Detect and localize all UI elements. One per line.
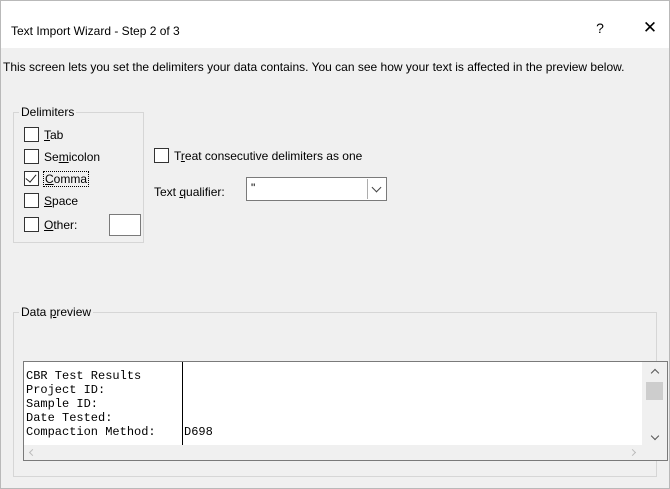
dropdown-arrow-button[interactable] [367, 179, 385, 199]
help-button[interactable]: ? [589, 17, 611, 39]
scroll-left-button[interactable] [24, 445, 41, 460]
preview-column-1[interactable]: CBR Test Results Project ID: Sample ID: … [24, 362, 183, 446]
scroll-down-button[interactable] [642, 429, 667, 446]
delimiters-group: Delimiters Tab Semicolon Comma Space Oth… [13, 105, 144, 243]
semicolon-checkbox[interactable]: Semicolon [24, 149, 100, 164]
other-checkbox-box[interactable] [24, 217, 39, 232]
other-label: Other: [44, 217, 78, 232]
chevron-down-icon [650, 431, 659, 440]
text-import-wizard-dialog: Text Import Wizard - Step 2 of 3 ? ✕ Thi… [0, 0, 670, 489]
title-bar: Text Import Wizard - Step 2 of 3 ? ✕ [1, 1, 669, 48]
text-qualifier-value: " [251, 181, 256, 195]
data-preview-pane[interactable]: CBR Test Results Project ID: Sample ID: … [23, 361, 668, 461]
tab-label: Tab [44, 127, 64, 142]
comma-label: Comma [42, 170, 90, 187]
preview-table: CBR Test Results Project ID: Sample ID: … [24, 362, 641, 446]
chevron-left-icon [28, 448, 37, 457]
treat-consecutive-checkbox[interactable]: Treat consecutive delimiters as one [154, 148, 362, 163]
space-checkbox-box[interactable] [24, 193, 39, 208]
vertical-scroll-thumb[interactable] [646, 382, 663, 400]
preview-cell: CBR Test Results [26, 369, 142, 383]
instructions-text: This screen lets you set the delimiters … [3, 60, 625, 74]
other-delimiter-input[interactable] [109, 214, 141, 236]
close-button[interactable]: ✕ [637, 17, 663, 39]
preview-cell: D698 [184, 425, 213, 439]
preview-cell: Compaction Method: [26, 425, 156, 439]
preview-cell: Project ID: [26, 383, 106, 397]
delimiters-group-label: Delimiters [19, 105, 77, 119]
window-title: Text Import Wizard - Step 2 of 3 [11, 24, 180, 38]
chevron-down-icon [371, 182, 382, 192]
chevron-right-icon [628, 448, 637, 457]
comma-checkbox-box[interactable] [24, 171, 39, 186]
chevron-up-icon [650, 368, 659, 377]
treat-consecutive-label: Treat consecutive delimiters as one [174, 148, 363, 163]
preview-column-2[interactable]: D698 [183, 362, 641, 446]
semicolon-checkbox-box[interactable] [24, 149, 39, 164]
text-qualifier-label: Text qualifier: [154, 185, 225, 199]
tab-checkbox[interactable]: Tab [24, 127, 63, 142]
tab-checkbox-box[interactable] [24, 127, 39, 142]
preview-cell: Sample ID: [26, 397, 99, 411]
treat-consecutive-checkbox-box[interactable] [154, 148, 169, 163]
space-label: Space [44, 193, 79, 208]
text-qualifier-select[interactable]: " [246, 177, 387, 201]
vertical-scrollbar[interactable] [642, 362, 667, 446]
comma-checkbox[interactable]: Comma [24, 170, 90, 187]
data-preview-label: Data preview [19, 305, 94, 319]
preview-cell: Date Tested: [26, 411, 113, 425]
horizontal-scrollbar[interactable] [24, 445, 667, 460]
semicolon-label: Semicolon [44, 149, 101, 164]
other-checkbox[interactable]: Other: [24, 214, 141, 236]
scroll-right-button[interactable] [624, 445, 641, 460]
space-checkbox[interactable]: Space [24, 193, 78, 208]
scroll-up-button[interactable] [642, 362, 667, 379]
